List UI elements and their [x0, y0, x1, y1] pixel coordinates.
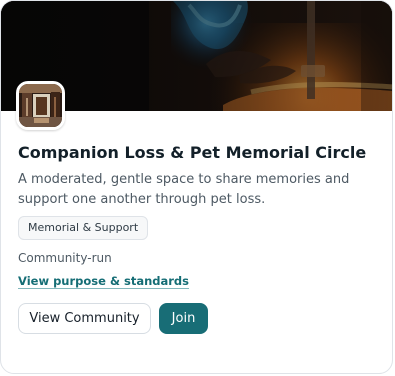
view-purpose-standards-link[interactable]: View purpose & standards — [18, 272, 189, 290]
join-button[interactable]: Join — [159, 303, 208, 334]
view-community-button[interactable]: View Community — [18, 303, 151, 334]
category-tag: Memorial & Support — [18, 216, 149, 240]
community-card: Companion Loss & Pet Memorial Circle A m… — [0, 0, 393, 374]
community-description: A moderated, gentle space to share memor… — [18, 172, 350, 207]
community-title: Companion Loss & Pet Memorial Circle — [18, 143, 367, 162]
community-avatar — [16, 81, 65, 130]
community-status: Community-run — [18, 251, 112, 265]
